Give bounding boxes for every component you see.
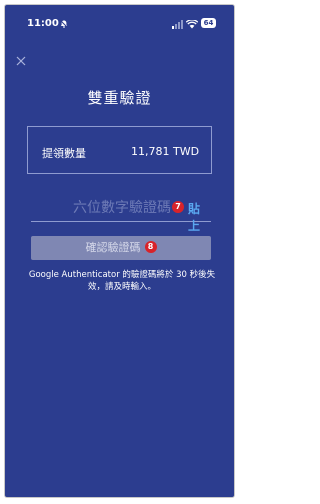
- page-title: 雙重驗證: [87, 89, 152, 107]
- verification-code-row: 7 貼上: [31, 197, 211, 233]
- withdraw-amount-card: 提領數量 1​1,781 TWD: [27, 126, 212, 174]
- status-time: 11:00: [27, 18, 59, 29]
- battery-icon: 64: [201, 18, 216, 28]
- paste-button[interactable]: 貼上: [188, 200, 211, 234]
- status-bar: 11:00 64: [5, 5, 234, 35]
- confirm-code-button[interactable]: 確認驗證碼 8: [31, 236, 211, 260]
- confirm-button-label: 確認驗證碼: [85, 241, 141, 254]
- screen-frame: 11:00 64 雙重驗證 提領數量 1​1,781 TWD 7 貼上: [4, 4, 235, 498]
- step-badge: 7: [172, 201, 184, 213]
- close-icon[interactable]: [14, 54, 28, 68]
- verification-code-input[interactable]: [31, 197, 171, 219]
- signal-icon: [172, 20, 183, 29]
- bell-icon: [60, 20, 68, 28]
- expiry-note: Google Authenticator 的驗證碼將於 30 秒後失效，請及時輸…: [28, 270, 216, 292]
- amount-label: 提領數量: [42, 147, 86, 160]
- step-badge: 8: [144, 241, 157, 253]
- wifi-icon: [186, 20, 198, 29]
- amount-value: 1​1,781 TWD: [131, 145, 200, 158]
